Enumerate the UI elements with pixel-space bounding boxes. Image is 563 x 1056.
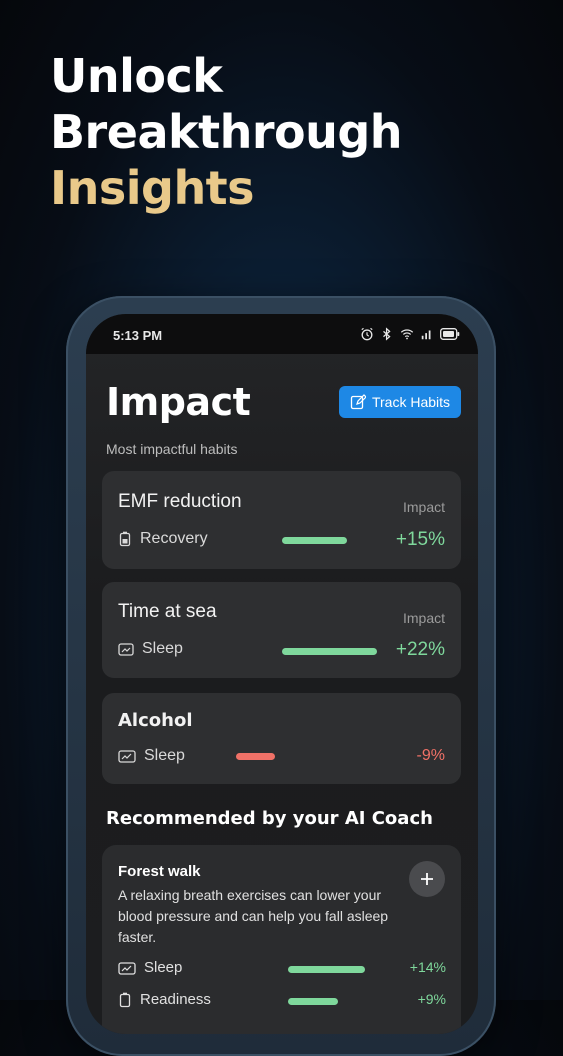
impact-value: +9% <box>417 991 446 1007</box>
battery-category-icon <box>119 531 131 547</box>
impact-card-emf[interactable]: EMF reduction Impact Recovery +15% <box>102 471 461 569</box>
impact-value: +15% <box>395 529 445 550</box>
track-habits-button[interactable]: Track Habits <box>339 386 461 418</box>
plus-icon-glyph <box>421 873 433 885</box>
impact-bar <box>288 966 365 973</box>
impact-value: +22% <box>395 639 445 660</box>
habit-category: Sleep <box>118 747 185 765</box>
bluetooth-icon <box>383 327 391 341</box>
recommendation-description: A relaxing breath exercises can lower yo… <box>118 887 389 945</box>
habit-name: Alcohol <box>118 710 193 731</box>
status-time: 5:13 PM <box>113 328 163 343</box>
impact-bar <box>282 648 377 655</box>
recommendation-row: Sleep +14% <box>118 959 446 981</box>
status-icons <box>360 327 460 341</box>
habit-name: Time at sea <box>118 601 217 622</box>
impact-label: Impact <box>402 499 445 515</box>
phone-screen: 5:13 PM Impact Most impactful habits Tra… <box>86 314 478 1034</box>
impact-label: Impact <box>402 610 445 626</box>
page-title: Impact <box>106 380 251 424</box>
headline: Unlock Breakthrough Insights <box>50 48 403 216</box>
impact-card-time-at-sea[interactable]: Time at sea Impact Sleep +22% <box>102 582 461 678</box>
edit-icon <box>350 394 366 410</box>
alarm-icon <box>361 327 373 341</box>
habit-category: Sleep <box>118 640 183 658</box>
impact-value: -9% <box>416 747 445 764</box>
impact-card-alcohol[interactable]: Alcohol Sleep -9% <box>102 693 461 784</box>
headline-line-1: Unlock <box>50 49 223 103</box>
plus-icon[interactable] <box>409 861 445 897</box>
category-label: Recovery <box>140 530 208 547</box>
battery-icon <box>440 328 460 340</box>
sleep-icon <box>118 750 136 763</box>
recommendation-card[interactable]: Forest walk A relaxing breath exercises … <box>102 845 461 1034</box>
headline-line-2: Breakthrough <box>50 105 403 159</box>
page-subtitle: Most impactful habits <box>106 441 238 457</box>
category-label: Sleep <box>144 959 183 976</box>
impact-value: +14% <box>409 959 446 975</box>
recommendation-name: Forest walk <box>118 863 201 880</box>
signal-icon <box>421 330 431 340</box>
recommendation-category: Sleep <box>118 959 182 976</box>
status-bar: 5:13 PM <box>86 314 478 354</box>
headline-line-3: Insights <box>50 161 255 215</box>
impact-bar <box>282 537 347 544</box>
section-heading: Recommended by your AI Coach <box>106 808 433 829</box>
track-habits-label: Track Habits <box>371 394 451 410</box>
category-label: Sleep <box>144 747 185 764</box>
habit-category: Recovery <box>118 530 208 548</box>
impact-bar <box>236 753 275 760</box>
sleep-icon <box>118 643 134 656</box>
category-label: Sleep <box>142 640 183 657</box>
recommendation-row: Readiness +9% <box>118 991 446 1013</box>
habit-name: EMF reduction <box>118 491 242 512</box>
sleep-icon <box>118 961 136 975</box>
impact-bar <box>288 998 338 1005</box>
wifi-icon <box>400 329 414 340</box>
